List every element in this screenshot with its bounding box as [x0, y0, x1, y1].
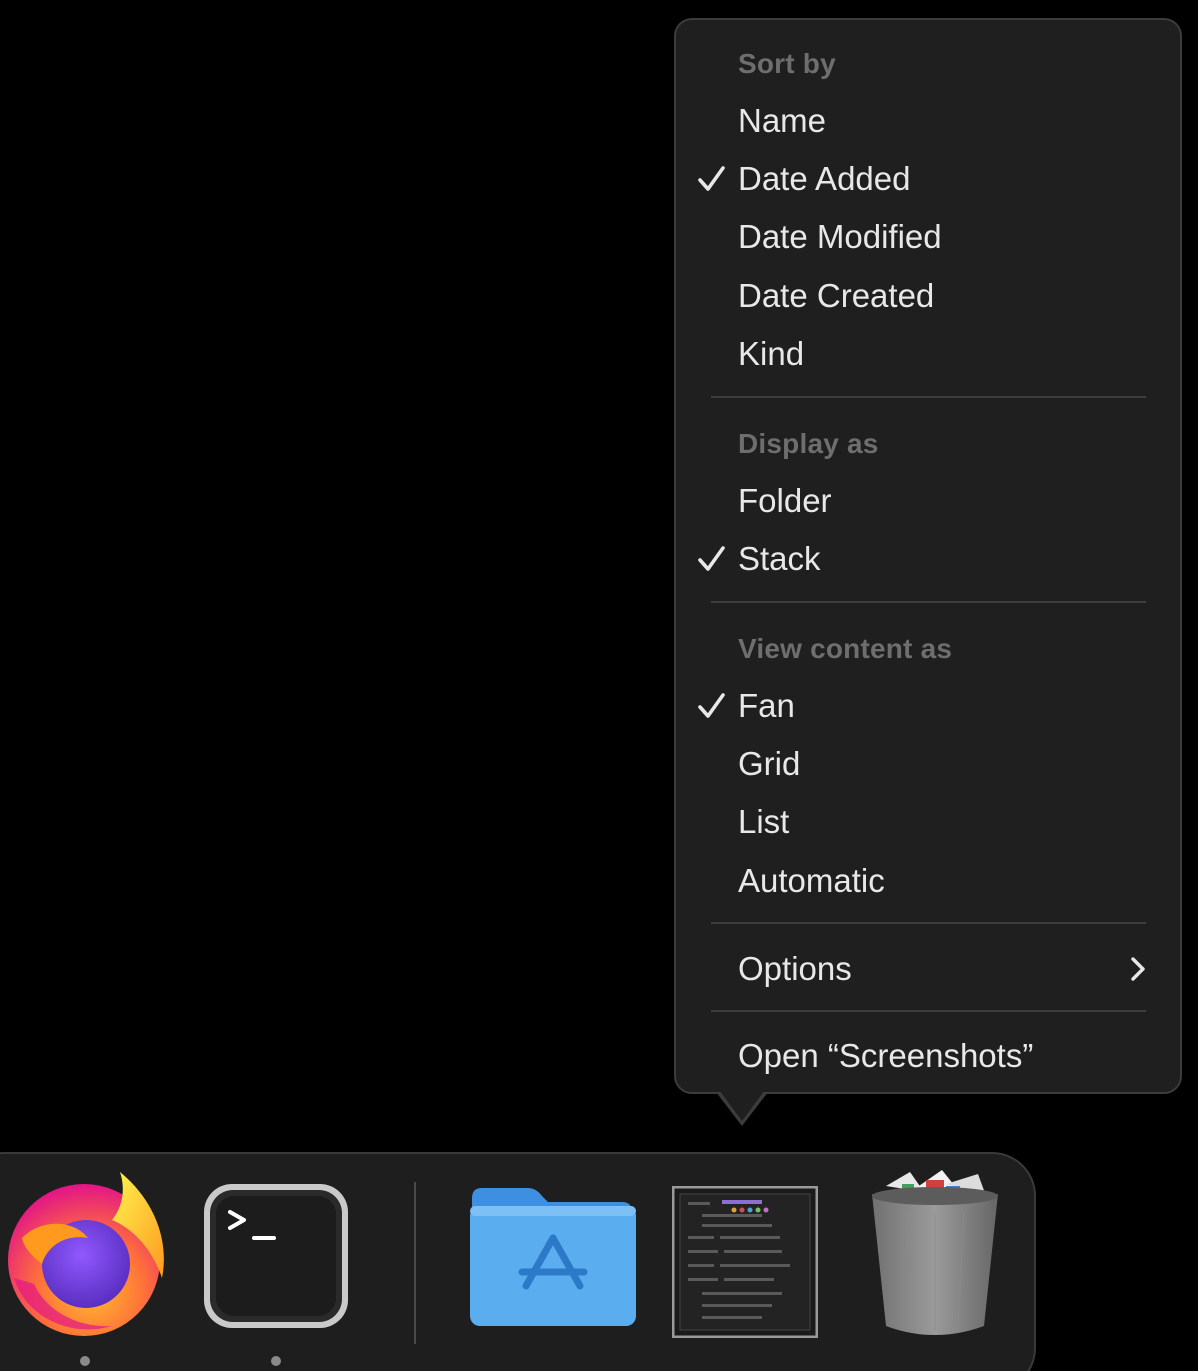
menu-item-name[interactable]: Name — [676, 96, 1180, 146]
display-as-header-label: Display as — [738, 428, 879, 459]
menu-separator — [711, 922, 1146, 924]
menu-separator — [711, 396, 1146, 398]
checkmark-icon — [698, 166, 725, 191]
menu-item-date-modified[interactable]: Date Modified — [676, 212, 1180, 262]
menu-item-list[interactable]: List — [676, 797, 1180, 847]
menu-item-label: List — [738, 803, 790, 840]
menu-separator — [711, 1010, 1146, 1012]
firefox-icon[interactable] — [2, 1168, 168, 1338]
sort-by-header-label: Sort by — [738, 48, 836, 79]
menu-item-folder[interactable]: Folder — [676, 476, 1180, 526]
menu-item-fan[interactable]: Fan — [676, 681, 1180, 731]
dock-divider — [414, 1182, 416, 1344]
menu-item-label: Date Modified — [738, 218, 942, 255]
menu-item-options[interactable]: Options — [676, 944, 1180, 994]
checkmark-icon — [698, 693, 725, 718]
running-indicator — [271, 1356, 281, 1366]
sort-by-header: Sort by — [676, 39, 1180, 89]
menu-separator — [711, 601, 1146, 603]
menu-item-label: Name — [738, 102, 827, 139]
dock-stack-context-menu: Sort by Name Date Added Date Modified Da… — [674, 18, 1182, 1094]
menu-item-date-added[interactable]: Date Added — [676, 154, 1180, 204]
menu-item-grid[interactable]: Grid — [676, 739, 1180, 789]
menu-item-label: Folder — [738, 482, 832, 519]
menu-pointer-fill — [719, 1090, 765, 1121]
display-as-header: Display as — [676, 419, 1180, 469]
menu-item-label: Kind — [738, 335, 805, 372]
menu-item-label: Date Created — [738, 277, 935, 314]
view-content-as-header-label: View content as — [738, 633, 953, 664]
applications-folder-icon[interactable] — [466, 1184, 638, 1330]
menu-item-label: Options — [738, 950, 852, 987]
view-content-as-header: View content as — [676, 624, 1180, 674]
trash-icon[interactable] — [866, 1166, 1004, 1340]
menu-item-label: Grid — [738, 745, 801, 782]
menu-item-automatic[interactable]: Automatic — [676, 856, 1180, 906]
menu-item-date-created[interactable]: Date Created — [676, 271, 1180, 321]
menu-item-label: Date Added — [738, 160, 911, 197]
running-indicator — [80, 1356, 90, 1366]
desktop: Sort by Name Date Added Date Modified Da… — [0, 0, 1198, 1371]
menu-item-kind[interactable]: Kind — [676, 329, 1180, 379]
chevron-right-icon — [1131, 957, 1145, 981]
menu-item-label: Automatic — [738, 862, 885, 899]
menu-item-label: Fan — [738, 687, 795, 724]
menu-item-label: Stack — [738, 540, 821, 577]
checkmark-icon — [698, 546, 725, 571]
menu-item-stack[interactable]: Stack — [676, 534, 1180, 584]
terminal-icon[interactable] — [202, 1182, 350, 1330]
screenshots-stack-icon[interactable] — [672, 1186, 818, 1338]
menu-item-label: Open “Screenshots” — [738, 1037, 1034, 1074]
menu-item-open-screenshots[interactable]: Open “Screenshots” — [676, 1031, 1180, 1081]
